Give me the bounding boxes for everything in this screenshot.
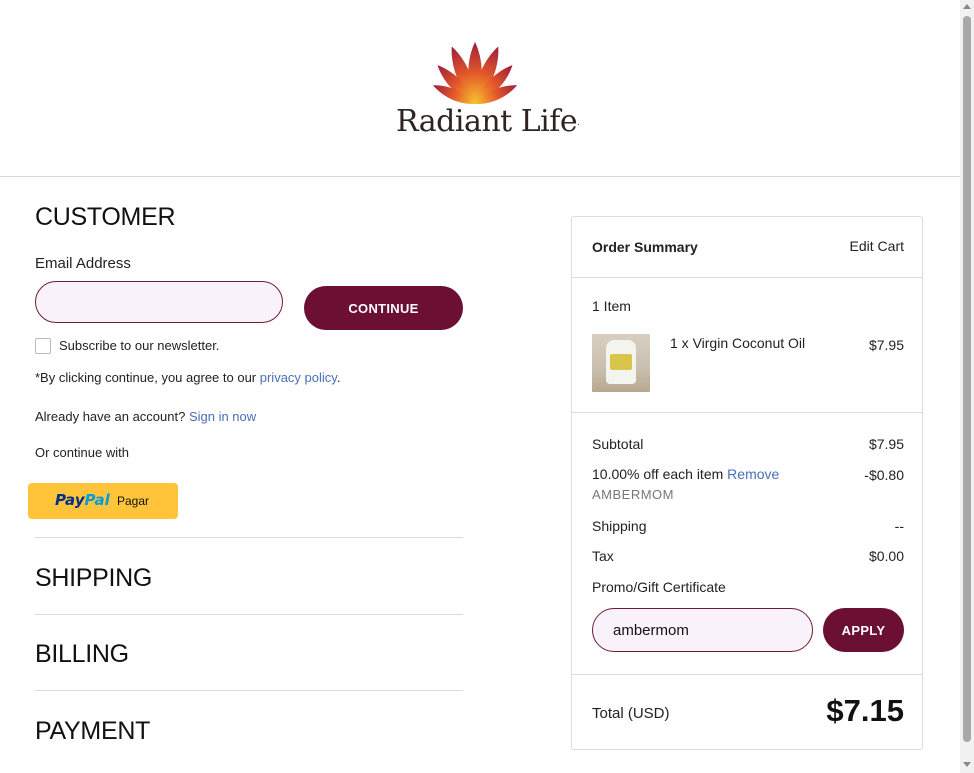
- tax-label: Tax: [592, 548, 614, 564]
- section-divider: [35, 614, 463, 615]
- item-count: 1 Item: [592, 298, 631, 314]
- promo-toggle-link[interactable]: Promo/Gift Certificate: [592, 579, 726, 595]
- newsletter-label[interactable]: Subscribe to our newsletter.: [59, 338, 219, 353]
- radiant-life-logo[interactable]: Radiant Life.: [396, 38, 580, 139]
- discount-value: -$0.80: [864, 467, 904, 483]
- payment-heading[interactable]: PAYMENT: [35, 717, 150, 746]
- line-item-name: 1 x Virgin Coconut Oil: [670, 335, 806, 351]
- paypal-logo: PayPal: [55, 491, 110, 509]
- summary-divider: [572, 674, 922, 675]
- order-summary-title: Order Summary: [592, 239, 698, 255]
- email-label: Email Address: [35, 255, 131, 272]
- discount-label: 10.00% off each item Remove: [592, 466, 780, 482]
- sign-in-link[interactable]: Sign in now: [189, 409, 256, 424]
- remove-discount-link[interactable]: Remove: [727, 466, 779, 482]
- newsletter-checkbox[interactable]: [35, 338, 51, 354]
- page-scrollbar[interactable]: [960, 0, 974, 773]
- continue-button[interactable]: CONTINUE: [304, 286, 463, 330]
- total-label: Total (USD): [592, 705, 670, 722]
- edit-cart-link[interactable]: Edit Cart: [850, 238, 904, 254]
- customer-heading: CUSTOMER: [35, 203, 176, 231]
- promo-code-input[interactable]: [592, 608, 813, 652]
- or-continue-text: Or continue with: [35, 445, 129, 460]
- shipping-value: --: [894, 518, 904, 534]
- scroll-up-icon[interactable]: [963, 4, 971, 9]
- shipping-heading[interactable]: SHIPPING: [35, 564, 152, 593]
- shipping-label: Shipping: [592, 518, 647, 534]
- discount-code: AMBERMOM: [592, 487, 674, 502]
- section-divider: [35, 537, 463, 538]
- scrollbar-thumb[interactable]: [963, 16, 971, 742]
- lotus-icon: [432, 42, 518, 105]
- order-summary-panel: Order Summary Edit Cart 1 Item 1 x Virgi…: [571, 216, 923, 750]
- product-thumbnail: [592, 334, 650, 392]
- summary-divider: [572, 277, 922, 278]
- section-divider: [35, 690, 463, 691]
- apply-promo-button[interactable]: APPLY: [823, 608, 904, 652]
- summary-divider: [572, 412, 922, 413]
- terms-text: *By clicking continue, you agree to our …: [35, 370, 341, 385]
- subtotal-value: $7.95: [868, 436, 904, 452]
- privacy-policy-link[interactable]: privacy policy: [260, 370, 337, 385]
- subtotal-label: Subtotal: [592, 436, 644, 452]
- email-input[interactable]: [35, 281, 283, 323]
- total-value: $7.15: [826, 693, 904, 728]
- billing-heading[interactable]: BILLING: [35, 640, 129, 669]
- paypal-pagar-label: Pagar: [117, 494, 150, 508]
- coconut-oil-jar-icon: [606, 340, 636, 384]
- scroll-down-icon[interactable]: [963, 762, 971, 767]
- account-text: Already have an account? Sign in now: [35, 409, 257, 424]
- tax-value: $0.00: [868, 548, 904, 564]
- paypal-button[interactable]: PayPal Pagar: [28, 483, 178, 519]
- site-header: Radiant Life.: [0, 0, 960, 177]
- logo-wordmark: Radiant Life.: [396, 104, 580, 139]
- line-item-price: $7.95: [868, 337, 904, 353]
